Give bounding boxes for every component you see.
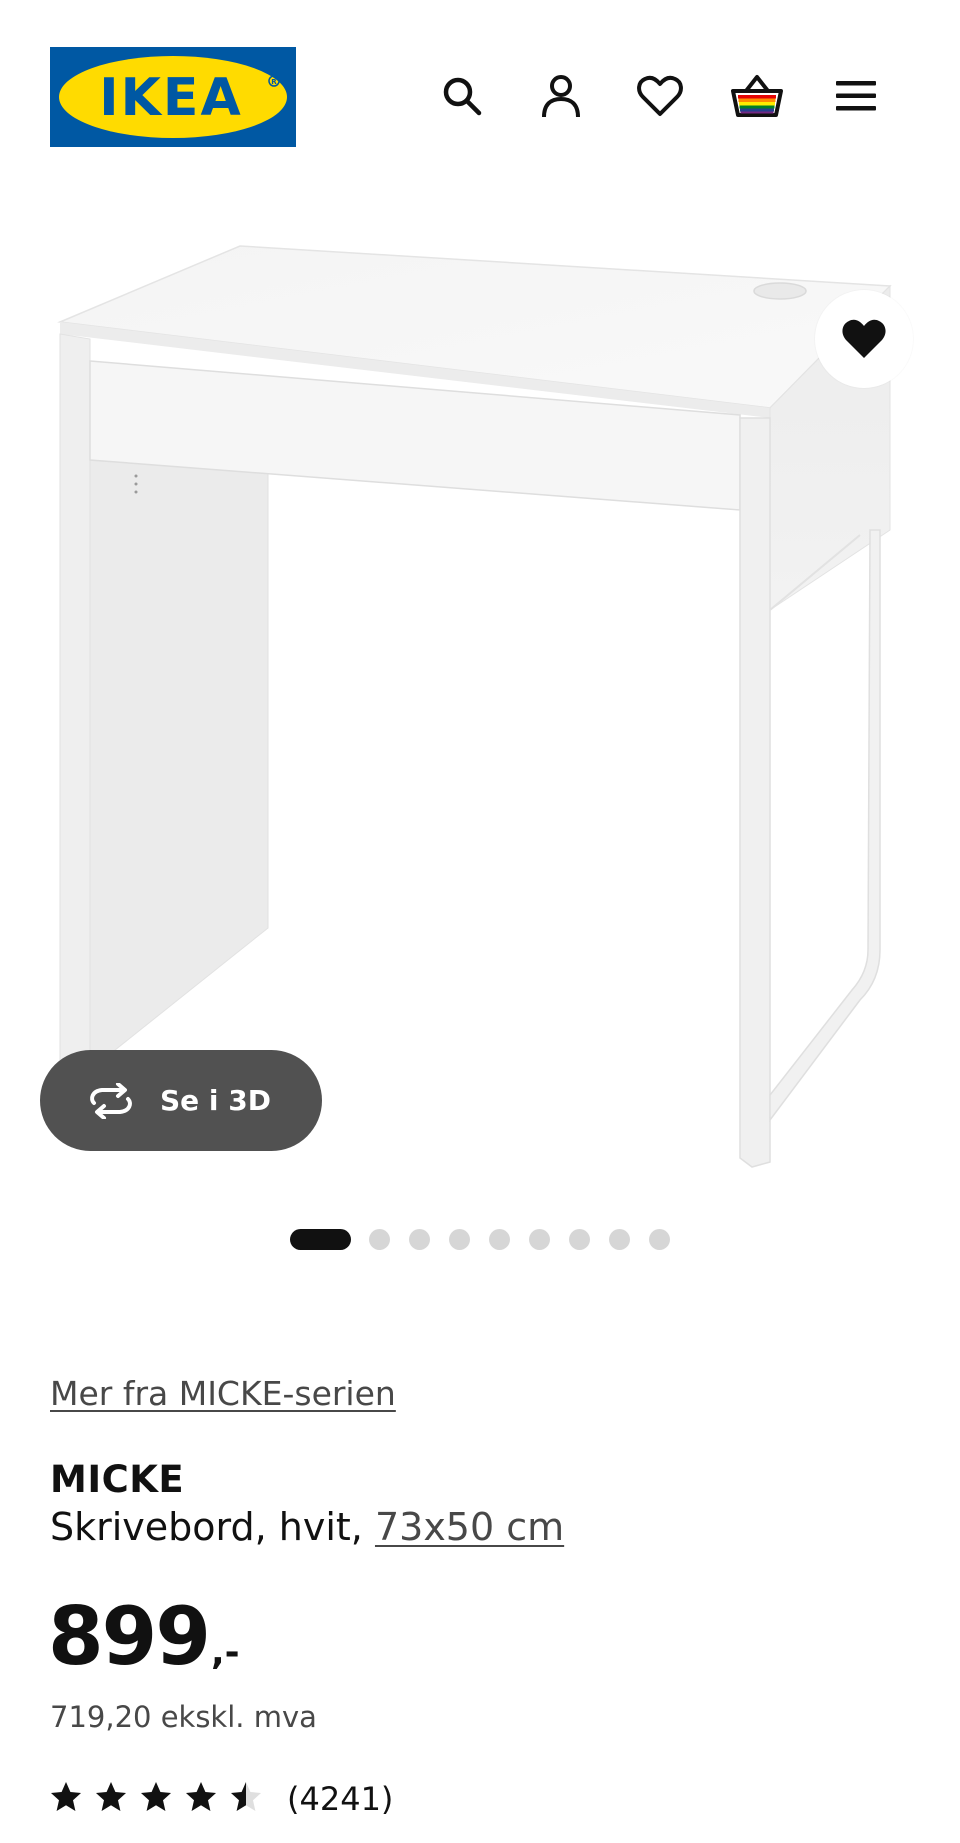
product-description-text: Skrivebord, hvit, [50,1505,375,1549]
svg-text:R: R [271,78,277,86]
svg-text:IKEA: IKEA [99,68,242,128]
series-link[interactable]: Mer fra MICKE-serien [50,1374,396,1413]
carousel-indicator [0,1227,960,1251]
carousel-dot-8[interactable] [609,1229,630,1250]
product-image-gallery[interactable]: Se i 3D [0,190,960,1190]
star-filled-icon [186,1782,216,1811]
heart-filled-icon [842,319,886,358]
favorite-button[interactable] [815,290,913,388]
menu-icon[interactable] [826,66,886,126]
star-half-icon [231,1782,261,1811]
ikea-logo[interactable]: IKEA R [50,47,296,147]
price-excl-vat: 719,20 ekskl. mva [50,1700,317,1734]
carousel-dot-2[interactable] [369,1229,390,1250]
carousel-dot-5[interactable] [489,1229,510,1250]
view-3d-label: Se i 3D [160,1084,271,1117]
carousel-dot-6[interactable] [529,1229,550,1250]
header: IKEA R [0,0,960,190]
rating-summary[interactable]: (4241) [50,1777,393,1821]
price-decimal: ,- [211,1632,240,1673]
star-filled-icon [51,1782,81,1811]
search-icon[interactable] [432,66,492,126]
product-price: 899,- [48,1590,240,1683]
product-size-link[interactable]: 73x50 cm [375,1505,564,1549]
star-filled-icon [96,1782,126,1811]
carousel-dot-3[interactable] [409,1229,430,1250]
product-name: MICKE [50,1458,185,1501]
rotate-3d-icon [82,1081,140,1121]
review-count: (4241) [287,1780,394,1818]
star-filled-icon [141,1782,171,1811]
carousel-dot-7[interactable] [569,1229,590,1250]
wishlist-icon[interactable] [630,66,690,126]
price-integer: 899 [48,1590,211,1683]
basket-icon[interactable] [727,66,787,126]
view-3d-button[interactable]: Se i 3D [40,1050,322,1151]
carousel-dot-1[interactable] [290,1229,351,1250]
product-description: Skrivebord, hvit, 73x50 cm [50,1505,564,1549]
account-icon[interactable] [531,66,591,126]
carousel-dot-9[interactable] [649,1229,670,1250]
carousel-dot-4[interactable] [449,1229,470,1250]
rating-stars [50,1781,275,1817]
